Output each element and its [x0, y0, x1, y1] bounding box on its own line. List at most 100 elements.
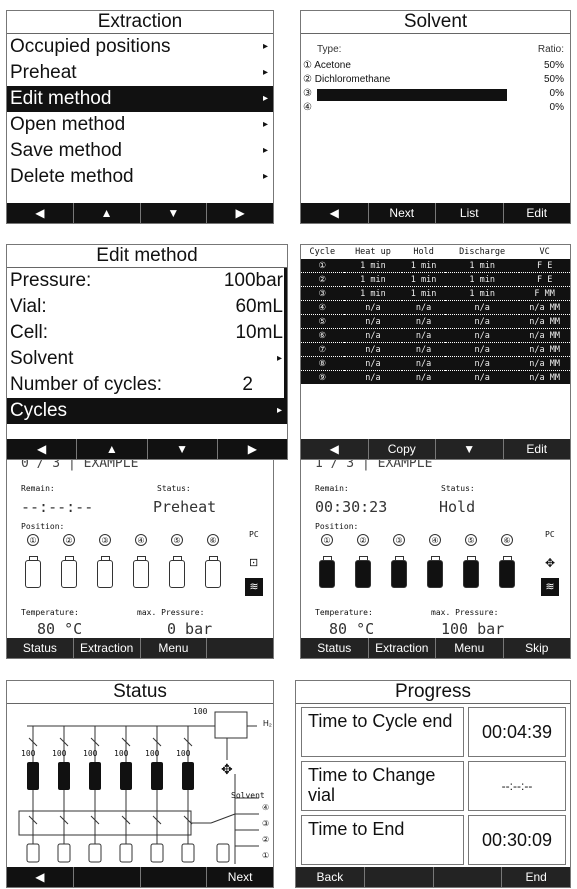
- menu-item-save-method[interactable]: Save method ▸: [7, 138, 273, 164]
- softkey-empty[interactable]: [432, 867, 502, 887]
- vial-icon[interactable]: [391, 556, 407, 588]
- menu-item-open-method[interactable]: Open method ▸: [7, 112, 273, 138]
- table-row[interactable]: ⑥ n/a n/a n/a n/a MM: [301, 328, 570, 343]
- table-row[interactable]: ①1 min 1 min 1 min F E: [301, 258, 570, 273]
- table-row[interactable]: ③1 min 1 min 1 min F MM: [301, 286, 570, 301]
- table-row[interactable]: ⑨ n/a n/a n/a n/a MM: [301, 370, 570, 384]
- softkey-down-button[interactable]: ▼: [146, 439, 217, 459]
- table-cell: 1 min: [402, 272, 445, 287]
- table-cell: ④: [301, 300, 344, 315]
- selected-row-highlight: [317, 89, 507, 101]
- vial-icon[interactable]: [319, 556, 335, 588]
- softkey-bar: ◀ Next: [7, 867, 273, 887]
- menu-item-preheat[interactable]: Preheat ▸: [7, 60, 273, 86]
- vial-icon[interactable]: [355, 556, 371, 588]
- softkey-copy-button[interactable]: Copy: [367, 439, 436, 459]
- cell-row[interactable]: Cell: 10mL: [7, 320, 287, 346]
- pressure-value: 100bar: [223, 270, 283, 291]
- softkey-empty[interactable]: [139, 867, 207, 887]
- softkey-menu-button[interactable]: Menu: [435, 638, 503, 658]
- menu-item-edit-method[interactable]: Edit method ▸: [7, 86, 273, 112]
- menu-item-occupied-positions[interactable]: Occupied positions ▸: [7, 34, 273, 60]
- pressure-row[interactable]: Pressure: 100bar: [7, 268, 287, 294]
- table-cell: n/a MM: [519, 356, 570, 371]
- table-cell: n/a: [402, 328, 445, 343]
- vial-icon[interactable]: [25, 556, 41, 588]
- softkey-skip-button[interactable]: Skip: [502, 638, 571, 658]
- cell-icon: [89, 762, 101, 790]
- cell-icon: [27, 762, 39, 790]
- vial-value: 60mL: [235, 296, 283, 317]
- softkey-up-button[interactable]: ▲: [72, 203, 140, 223]
- softkey-left-button[interactable]: ◀: [7, 203, 73, 223]
- vial-icon[interactable]: [133, 556, 149, 588]
- table-row[interactable]: ④ n/a n/a n/a n/a MM: [301, 300, 570, 315]
- row-label: Cycles: [10, 400, 68, 421]
- softkey-menu-button[interactable]: Menu: [139, 638, 207, 658]
- softkey-extraction-button[interactable]: Extraction: [367, 638, 436, 658]
- solvent-row[interactable]: ④ 0%: [303, 102, 564, 116]
- softkey-back-button[interactable]: ◀: [7, 867, 73, 887]
- softkey-up-button[interactable]: ▲: [76, 439, 146, 459]
- softkey-edit-button[interactable]: Edit: [502, 439, 571, 459]
- softkey-empty[interactable]: [363, 867, 433, 887]
- menu-item-label: Edit method: [10, 88, 112, 109]
- softkey-down-button[interactable]: ▼: [435, 439, 503, 459]
- pressure-value: 100 bar: [441, 620, 505, 638]
- vial-icon[interactable]: [61, 556, 77, 588]
- top-pressure-label: 100: [193, 707, 208, 716]
- menu-item-label: Occupied positions: [10, 36, 171, 57]
- scrollbar[interactable]: [284, 268, 287, 403]
- position-number: ①: [27, 534, 39, 546]
- softkey-edit-button[interactable]: Edit: [502, 203, 571, 223]
- softkey-end-button[interactable]: End: [501, 867, 570, 887]
- screen-title: Extraction: [7, 11, 273, 34]
- softkey-next-button[interactable]: Next: [206, 867, 273, 887]
- softkey-right-button[interactable]: ▶: [216, 439, 287, 459]
- softkey-back-button[interactable]: Back: [296, 867, 364, 887]
- table-cell: 1 min: [343, 258, 403, 273]
- vial-icon[interactable]: [169, 556, 185, 588]
- softkey-extraction-button[interactable]: Extraction: [72, 638, 140, 658]
- table-cell: n/a: [444, 370, 520, 384]
- table-cell: 1 min: [444, 272, 520, 287]
- table-cell: 1 min: [343, 286, 403, 301]
- table-header-row: Cycle Heat up Hold Discharge VC: [301, 245, 570, 259]
- vial-icon[interactable]: [97, 556, 113, 588]
- cycles-row[interactable]: Cycles ▸: [7, 398, 287, 424]
- solvent-row[interactable]: ① Acetone 50%: [303, 60, 564, 74]
- vial-icon[interactable]: [499, 556, 515, 588]
- table-row[interactable]: ⑤ n/a n/a n/a n/a MM: [301, 314, 570, 329]
- number-of-cycles-row[interactable]: Number of cycles: 2: [7, 372, 287, 398]
- softkey-left-button[interactable]: ◀: [301, 439, 368, 459]
- temperature-label: Temperature:: [315, 608, 373, 617]
- softkey-empty[interactable]: [72, 867, 140, 887]
- softkey-status-button[interactable]: Status: [7, 638, 73, 658]
- table-row[interactable]: ⑦ n/a n/a n/a n/a MM: [301, 342, 570, 357]
- softkey-left-button[interactable]: ◀: [7, 439, 76, 459]
- softkey-status-button[interactable]: Status: [301, 638, 368, 658]
- solvent-row[interactable]: ② Dichloromethane 50%: [303, 74, 564, 88]
- softkey-down-button[interactable]: ▼: [139, 203, 207, 223]
- row-label: Vial:: [10, 296, 47, 317]
- table-cell: ⑥: [301, 328, 344, 343]
- table-cell: n/a: [444, 300, 520, 315]
- vial-icon[interactable]: [427, 556, 443, 588]
- cell-icon: [182, 762, 194, 790]
- solvent-row[interactable]: ③ 0%: [303, 88, 564, 102]
- softkey-empty[interactable]: [206, 638, 273, 658]
- table-cell: ①: [301, 258, 344, 273]
- softkey-next-button[interactable]: Next: [367, 203, 436, 223]
- softkey-right-button[interactable]: ▶: [206, 203, 273, 223]
- vial-row[interactable]: Vial: 60mL: [7, 294, 287, 320]
- progress-screen: Progress Time to Cycle end 00:04:39 Time…: [295, 680, 571, 888]
- softkey-back-button[interactable]: ◀: [301, 203, 368, 223]
- vial-icon[interactable]: [463, 556, 479, 588]
- table-row[interactable]: ⑧ n/a n/a n/a n/a MM: [301, 356, 570, 371]
- softkey-list-button[interactable]: List: [435, 203, 503, 223]
- vial-icon[interactable]: [205, 556, 221, 588]
- solvent-row[interactable]: Solvent ▸: [7, 346, 287, 372]
- column-header: Heat up: [355, 246, 391, 257]
- menu-item-delete-method[interactable]: Delete method ▸: [7, 164, 273, 190]
- table-row[interactable]: ②1 min 1 min 1 min F E: [301, 272, 570, 287]
